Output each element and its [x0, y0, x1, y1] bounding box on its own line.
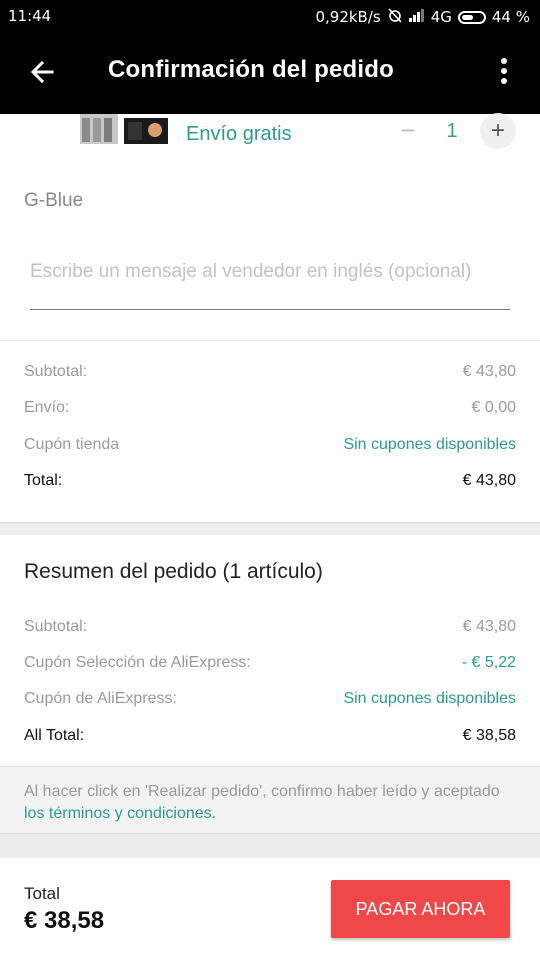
store-shipping-label: Envío: [24, 399, 70, 416]
terms-link[interactable]: los términos y condiciones [24, 805, 212, 822]
seller-message-input[interactable]: Escribe un mensaje al vendedor en inglés… [30, 260, 510, 284]
pay-now-button[interactable]: PAGAR AHORA [331, 880, 510, 938]
selection-coupon-value: - € 5,22 [461, 654, 516, 671]
terms-notice: Al hacer click en 'Realizar pedido', con… [0, 766, 540, 834]
selection-coupon-label: Cupón Selección de AliExpress: [24, 654, 251, 671]
status-icons: 0,92kB/s 4G 44 % [315, 7, 530, 27]
divider [0, 340, 540, 341]
store-subtotal-value: € 43,80 [462, 363, 516, 380]
product-thumbnail-2[interactable] [124, 114, 168, 146]
selection-coupon-row: Cupón Selección de AliExpress: - € 5,22 [24, 654, 516, 672]
more-vert-icon[interactable] [494, 56, 514, 92]
store-coupon-row[interactable]: Cupón tienda Sin cupones disponibles [24, 436, 516, 454]
store-coupon-label: Cupón tienda [24, 436, 120, 453]
summary-subtotal-value: € 43,80 [462, 618, 516, 635]
status-time: 11:44 [8, 7, 52, 25]
store-shipping-value: € 0,00 [471, 399, 516, 416]
quantity-decrease-button[interactable]: − [395, 117, 421, 143]
all-total-label: All Total: [24, 727, 85, 744]
network-speed: 0,92kB/s [315, 8, 381, 26]
all-total-value: € 38,58 [462, 727, 516, 744]
store-total-row: Total: € 43,80 [24, 472, 516, 490]
store-total-value: € 43,80 [462, 472, 516, 489]
store-subtotal-row: Subtotal: € 43,80 [24, 363, 516, 381]
store-total-label: Total: [24, 472, 63, 489]
network-type: 4G [430, 8, 452, 26]
app-bar: Confirmación del pedido [0, 32, 540, 114]
summary-subtotal-label: Subtotal: [24, 618, 88, 635]
store-subtotal-label: Subtotal: [24, 363, 88, 380]
footer-total-value: € 38,58 [24, 907, 105, 934]
footer-total-label: Total [24, 884, 60, 903]
seller-name[interactable]: G-Blue [24, 190, 83, 212]
terms-text: Al hacer click en 'Realizar pedido', con… [24, 781, 504, 825]
back-arrow-icon[interactable] [26, 56, 58, 88]
free-shipping-label: Envío gratis [186, 123, 292, 145]
status-bar: 11:44 0,92kB/s 4G 44 % [0, 0, 540, 32]
quantity-value: 1 [446, 120, 458, 142]
product-thumbnail-1[interactable] [78, 114, 120, 146]
battery-level: 44 % [491, 8, 530, 26]
bottom-gap [0, 834, 540, 858]
summary-subtotal-row: Subtotal: € 43,80 [24, 618, 516, 636]
signal-icon [408, 8, 425, 26]
page-title: Confirmación del pedido [108, 56, 394, 83]
store-shipping-row: Envío: € 0,00 [24, 399, 516, 417]
all-total-row: All Total: € 38,58 [24, 727, 516, 745]
summary-title: Resumen del pedido (1 artículo) [24, 560, 323, 583]
ali-coupon-row[interactable]: Cupón de AliExpress: Sin cupones disponi… [24, 690, 516, 708]
alarm-off-icon [387, 7, 403, 27]
message-input-underline [30, 309, 510, 310]
terms-body: Al hacer click en 'Realizar pedido', con… [24, 783, 500, 800]
battery-icon [457, 10, 486, 24]
ali-coupon-value[interactable]: Sin cupones disponibles [343, 690, 516, 708]
quantity-increase-button[interactable]: + [480, 113, 516, 149]
ali-coupon-label: Cupón de AliExpress: [24, 690, 177, 707]
section-gap [0, 522, 540, 535]
store-coupon-value[interactable]: Sin cupones disponibles [343, 436, 516, 454]
terms-end: . [211, 805, 217, 822]
